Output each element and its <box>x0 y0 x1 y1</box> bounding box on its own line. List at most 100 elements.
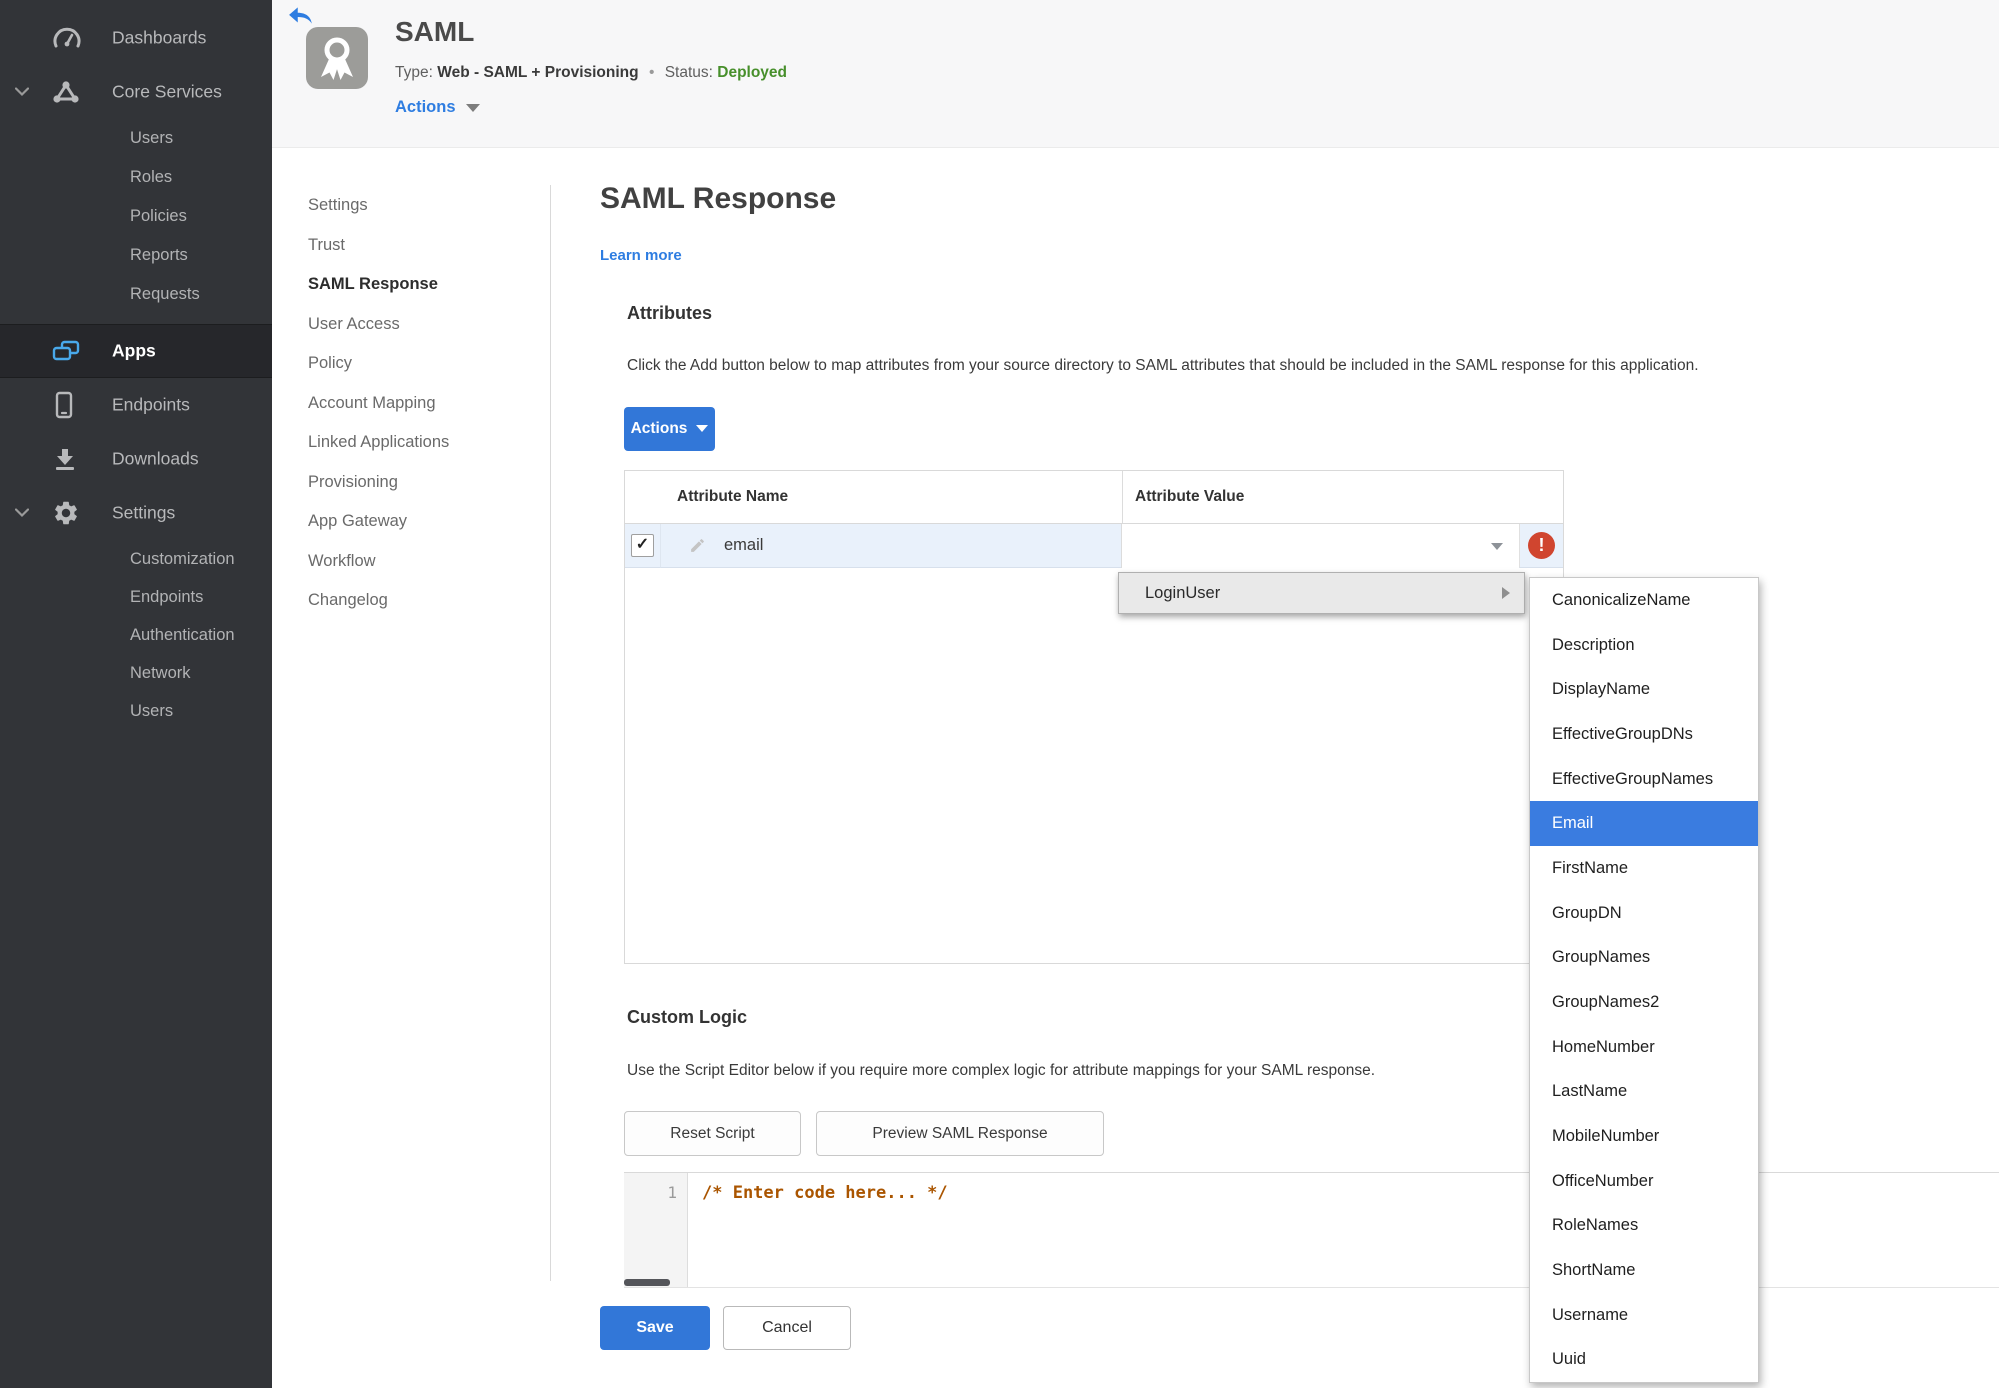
tab-provisioning[interactable]: Provisioning <box>308 463 449 503</box>
apps-icon <box>52 340 80 361</box>
sidebar-core-children: Users Roles Policies Reports Requests <box>0 119 272 314</box>
tab-changelog[interactable]: Changelog <box>308 581 449 621</box>
sidebar-item-requests[interactable]: Requests <box>0 275 272 314</box>
script-editor[interactable]: 1 /* Enter code here... */ <box>624 1172 1999 1288</box>
editor-code[interactable]: /* Enter code here... */ <box>702 1183 948 1203</box>
sidebar-item-reports[interactable]: Reports <box>0 236 272 275</box>
chevron-down-icon[interactable] <box>15 508 29 518</box>
sidebar-item-settings-users[interactable]: Users <box>0 692 272 730</box>
header-actions-label: Actions <box>395 98 456 116</box>
back-arrow-icon[interactable] <box>288 5 314 27</box>
save-button[interactable]: Save <box>600 1306 710 1350</box>
tab-settings[interactable]: Settings <box>308 186 449 226</box>
chevron-down-icon <box>696 425 709 433</box>
sidebar-item-users[interactable]: Users <box>0 119 272 158</box>
menu-item-groupnames[interactable]: GroupNames <box>1530 935 1758 980</box>
menu-item-firstname[interactable]: FirstName <box>1530 846 1758 891</box>
edit-pencil-icon[interactable] <box>689 537 706 554</box>
sidebar-item-core-services[interactable]: Core Services <box>0 65 272 119</box>
chevron-down-icon[interactable] <box>1491 542 1503 550</box>
custom-logic-description: Use the Script Editor below if you requi… <box>627 1062 1376 1079</box>
header-actions-menu[interactable]: Actions <box>395 98 480 117</box>
table-row[interactable]: ✓ email ! <box>625 524 1563 568</box>
sidebar-item-policies[interactable]: Policies <box>0 197 272 236</box>
tab-app-gateway[interactable]: App Gateway <box>308 502 449 542</box>
editor-scrollbar[interactable] <box>624 1279 670 1286</box>
row-select-cell: ✓ <box>625 524 661 568</box>
sidebar-item-apps[interactable]: Apps <box>0 324 272 378</box>
menu-item-displayname[interactable]: DisplayName <box>1530 667 1758 712</box>
row-checkbox[interactable]: ✓ <box>631 534 654 557</box>
sidebar-item-customization[interactable]: Customization <box>0 540 272 578</box>
tab-saml-response[interactable]: SAML Response <box>308 265 449 305</box>
menu-item-groupdn[interactable]: GroupDN <box>1530 891 1758 936</box>
sidebar-item-network[interactable]: Network <box>0 654 272 692</box>
sidebar-item-authentication[interactable]: Authentication <box>0 616 272 654</box>
sidebar-item-roles[interactable]: Roles <box>0 158 272 197</box>
custom-logic-heading: Custom Logic <box>627 1007 747 1027</box>
sidebar-item-settings[interactable]: Settings <box>0 486 272 540</box>
type-value: Web - SAML + Provisioning <box>437 64 639 81</box>
sidebar-item-label: Dashboards <box>112 27 207 48</box>
chevron-down-icon[interactable] <box>15 87 29 97</box>
sidebar-item-label: Downloads <box>112 448 199 469</box>
menu-item-homenumber[interactable]: HomeNumber <box>1530 1025 1758 1070</box>
editor-line-gutter: 1 <box>624 1173 688 1287</box>
menu-item-shortname[interactable]: ShortName <box>1530 1248 1758 1293</box>
tab-user-access[interactable]: User Access <box>308 305 449 345</box>
menu-item-loginuser[interactable]: LoginUser <box>1119 584 1502 603</box>
saml-app-badge-icon <box>306 27 368 89</box>
attribute-value-menu[interactable]: LoginUser <box>1118 572 1525 614</box>
download-icon <box>56 449 74 470</box>
sidebar-item-endpoints[interactable]: Endpoints <box>0 378 272 432</box>
sidebar-item-settings-endpoints[interactable]: Endpoints <box>0 578 272 616</box>
app-header: SAML Type: Web - SAML + Provisioning • S… <box>272 0 1999 148</box>
tab-trust[interactable]: Trust <box>308 226 449 266</box>
menu-item-effectivegroupnames[interactable]: EffectiveGroupNames <box>1530 757 1758 802</box>
menu-item-effectivegroupdns[interactable]: EffectiveGroupDNs <box>1530 712 1758 757</box>
reset-script-button[interactable]: Reset Script <box>624 1111 801 1156</box>
line-number: 1 <box>667 1183 677 1202</box>
tab-policy[interactable]: Policy <box>308 344 449 384</box>
actions-button-label: Actions <box>630 420 688 437</box>
status-badge: Deployed <box>717 64 788 81</box>
table-header-row: Attribute Name Attribute Value <box>625 471 1563 524</box>
learn-more-link[interactable]: Learn more <box>600 247 682 264</box>
gauge-icon <box>53 27 81 48</box>
menu-item-email[interactable]: Email <box>1530 801 1758 847</box>
section-title: SAML Response <box>600 182 837 215</box>
type-label: Type: <box>395 64 433 81</box>
loginuser-submenu: CanonicalizeName Description DisplayName… <box>1529 577 1759 1383</box>
menu-item-uuid[interactable]: Uuid <box>1530 1337 1758 1382</box>
app-subnav: Settings Trust SAML Response User Access… <box>308 186 449 621</box>
sidebar-item-downloads[interactable]: Downloads <box>0 432 272 486</box>
tab-workflow[interactable]: Workflow <box>308 542 449 582</box>
error-icon: ! <box>1528 532 1555 559</box>
menu-item-mobilenumber[interactable]: MobileNumber <box>1530 1114 1758 1159</box>
status-label: Status: <box>664 64 713 81</box>
sidebar: Dashboards Core Services Users Roles Pol… <box>0 0 272 1388</box>
meta-separator: • <box>648 64 655 81</box>
menu-item-officenumber[interactable]: OfficeNumber <box>1530 1159 1758 1204</box>
tab-linked-applications[interactable]: Linked Applications <box>308 423 449 463</box>
attributes-actions-button[interactable]: Actions <box>624 407 715 451</box>
sidebar-item-dashboards[interactable]: Dashboards <box>0 11 272 65</box>
menu-item-canonicalizename[interactable]: CanonicalizeName <box>1530 578 1758 623</box>
sidebar-item-label: Endpoints <box>112 394 190 415</box>
cancel-button[interactable]: Cancel <box>723 1306 851 1350</box>
menu-item-groupnames2[interactable]: GroupNames2 <box>1530 980 1758 1025</box>
menu-item-lastname[interactable]: LastName <box>1530 1069 1758 1114</box>
menu-item-username[interactable]: Username <box>1530 1293 1758 1338</box>
attributes-table: Attribute Name Attribute Value ✓ email ! <box>624 470 1564 964</box>
app-meta: Type: Web - SAML + Provisioning • Status… <box>395 64 787 82</box>
sidebar-item-label: Apps <box>112 340 156 361</box>
sidebar-settings-children: Customization Endpoints Authentication N… <box>0 540 272 730</box>
attribute-name-column-header: Attribute Name <box>677 488 789 505</box>
attribute-name-value: email <box>724 536 764 554</box>
tab-account-mapping[interactable]: Account Mapping <box>308 384 449 424</box>
menu-item-description[interactable]: Description <box>1530 623 1758 668</box>
menu-item-rolenames[interactable]: RoleNames <box>1530 1203 1758 1248</box>
attribute-value-dropdown[interactable] <box>1121 524 1519 568</box>
gear-icon <box>55 501 77 525</box>
preview-saml-response-button[interactable]: Preview SAML Response <box>816 1111 1104 1156</box>
